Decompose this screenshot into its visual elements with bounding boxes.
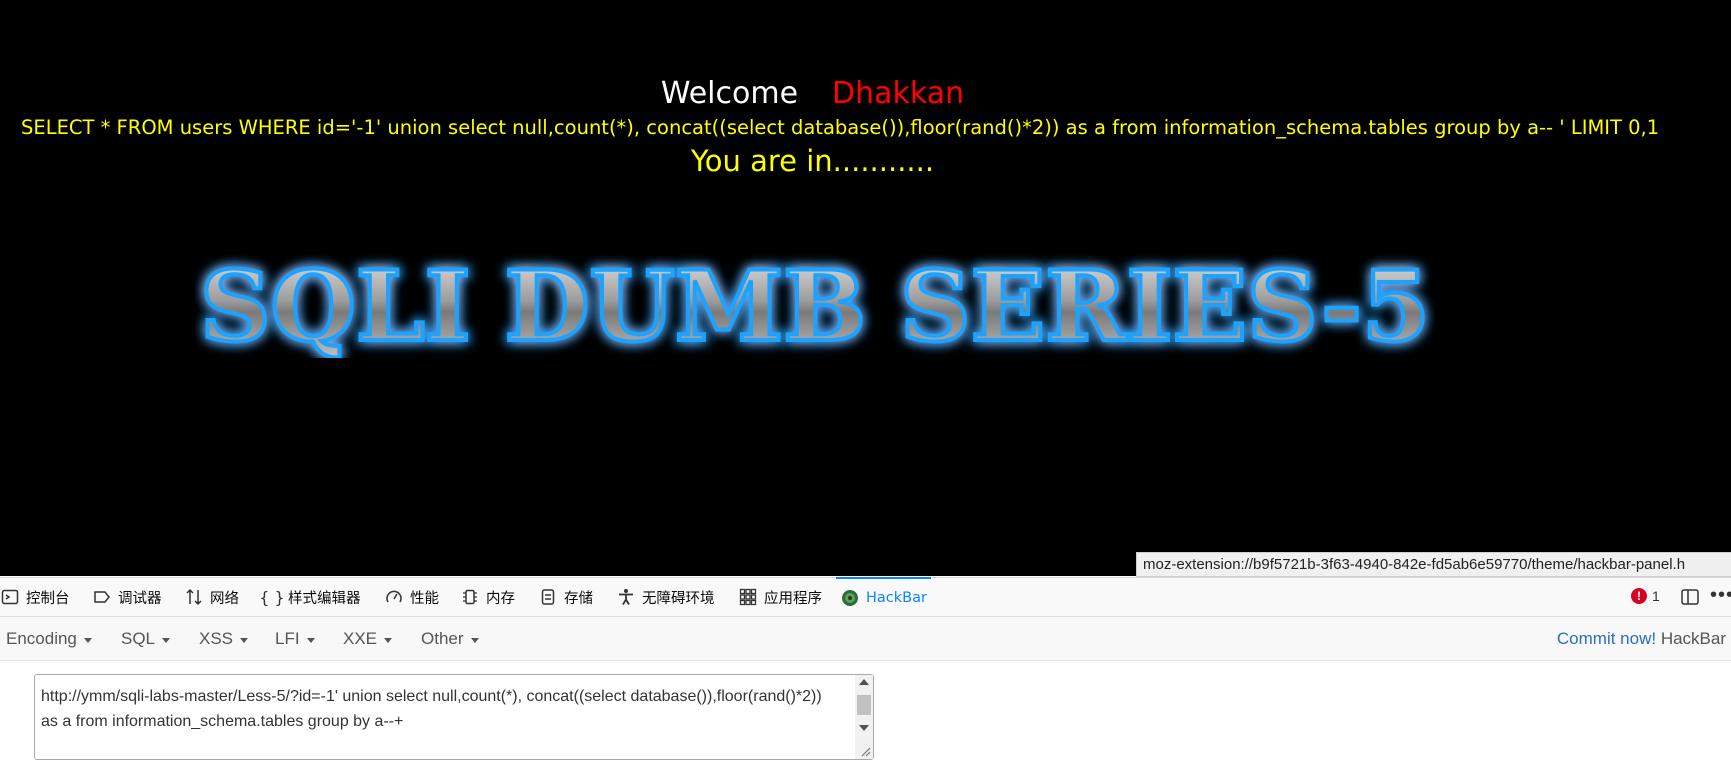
menu-label: XXE (343, 629, 378, 648)
hackbar-body: http://ymm/sqli-labs-master/Less-5/?id=-… (0, 661, 1731, 779)
tab-memory[interactable]: 内存 (460, 578, 515, 616)
tab-label: 样式编辑器 (288, 590, 361, 607)
url-textarea[interactable]: http://ymm/sqli-labs-master/Less-5/?id=-… (34, 674, 874, 760)
hackbar-brand: HackBar (1660, 629, 1726, 648)
error-count-badge[interactable]: ! 1 (1631, 588, 1660, 604)
tab-hackbar[interactable]: HackBar (836, 577, 931, 617)
accessibility-icon (616, 587, 636, 607)
performance-icon (384, 587, 404, 607)
menu-xss[interactable]: XSS (199, 629, 249, 649)
tab-style-editor[interactable]: { } 样式编辑器 (259, 578, 361, 616)
network-icon (184, 587, 204, 607)
commit-now-link[interactable]: Commit now! (1557, 629, 1656, 648)
tab-application[interactable]: 应用程序 (738, 578, 822, 616)
tab-label: 性能 (410, 590, 439, 607)
hackbar-toolbar: Encoding SQL XSS LFI XXE Other Commit no… (0, 617, 1731, 661)
tab-label: 内存 (486, 590, 515, 607)
scroll-thumb[interactable] (857, 695, 871, 715)
tab-label: HackBar (866, 590, 927, 606)
user-name: Dhakkan (832, 76, 965, 111)
caret-down-icon (83, 637, 92, 643)
hackbar-icon (840, 588, 860, 608)
menu-encoding[interactable]: Encoding (6, 629, 92, 649)
debugger-icon (92, 587, 112, 607)
caret-down-icon (240, 637, 249, 643)
tab-performance[interactable]: 性能 (384, 578, 439, 616)
console-icon (0, 587, 20, 607)
tab-label: 网络 (210, 590, 239, 607)
sql-query-text: SELECT * FROM users WHERE id='-1' union … (21, 116, 1660, 139)
tab-label: 调试器 (118, 590, 162, 607)
more-options-icon[interactable]: ••• (1710, 584, 1731, 607)
caret-down-icon (162, 637, 171, 643)
commit-area: Commit now! HackBar (1557, 629, 1726, 649)
devtools-tabbar: 控制台 调试器 网络 { } 样式编辑器 性能 内存 存储 无障碍环境 应用程序… (0, 577, 1731, 617)
memory-icon (460, 587, 480, 607)
url-value: http://ymm/sqli-labs-master/Less-5/?id=-… (41, 688, 827, 730)
tab-storage[interactable]: 存储 (538, 578, 593, 616)
welcome-text: Welcome (660, 76, 799, 111)
dock-side-icon[interactable] (1680, 587, 1700, 612)
error-icon: ! (1631, 588, 1647, 604)
tab-console[interactable]: 控制台 (0, 578, 70, 616)
menu-xxe[interactable]: XXE (343, 629, 393, 649)
menu-other[interactable]: Other (421, 629, 479, 649)
menu-label: LFI (275, 629, 300, 648)
menu-label: Other (421, 629, 464, 648)
storage-icon (538, 587, 558, 607)
menu-lfi[interactable]: LFI (275, 629, 315, 649)
menu-label: SQL (121, 629, 156, 648)
scroll-up-icon[interactable] (859, 679, 869, 685)
menu-label: XSS (199, 629, 234, 648)
caret-down-icon (306, 637, 315, 643)
tab-label: 无障碍环境 (642, 590, 715, 607)
tab-label: 存储 (564, 590, 593, 607)
menu-sql[interactable]: SQL (121, 629, 171, 649)
status-url: moz-extension://b9f5721b-3f63-4940-842e-… (1136, 552, 1731, 577)
tab-label: 应用程序 (764, 590, 822, 607)
menu-label: Encoding (6, 629, 77, 648)
series-banner: SQLI DUMB SERIES-5 (198, 248, 1432, 358)
tab-accessibility[interactable]: 无障碍环境 (616, 578, 715, 616)
banner-text: SQLI DUMB SERIES-5 (200, 250, 1430, 358)
error-count: 1 (1652, 588, 1660, 604)
style-editor-icon: { } (259, 587, 285, 607)
result-message: You are in........... (690, 144, 935, 178)
caret-down-icon (470, 637, 479, 643)
tab-network[interactable]: 网络 (184, 578, 239, 616)
tab-label: 控制台 (26, 590, 70, 607)
scroll-down-icon[interactable] (859, 725, 869, 731)
welcome-line: Welcome Dhakkan (0, 76, 1625, 111)
application-icon (738, 587, 758, 607)
resize-grip-icon[interactable] (859, 745, 871, 757)
tab-debugger[interactable]: 调试器 (92, 578, 162, 616)
sqli-lab-page: Welcome Dhakkan SELECT * FROM users WHERE… (0, 0, 1731, 576)
caret-down-icon (384, 637, 393, 643)
